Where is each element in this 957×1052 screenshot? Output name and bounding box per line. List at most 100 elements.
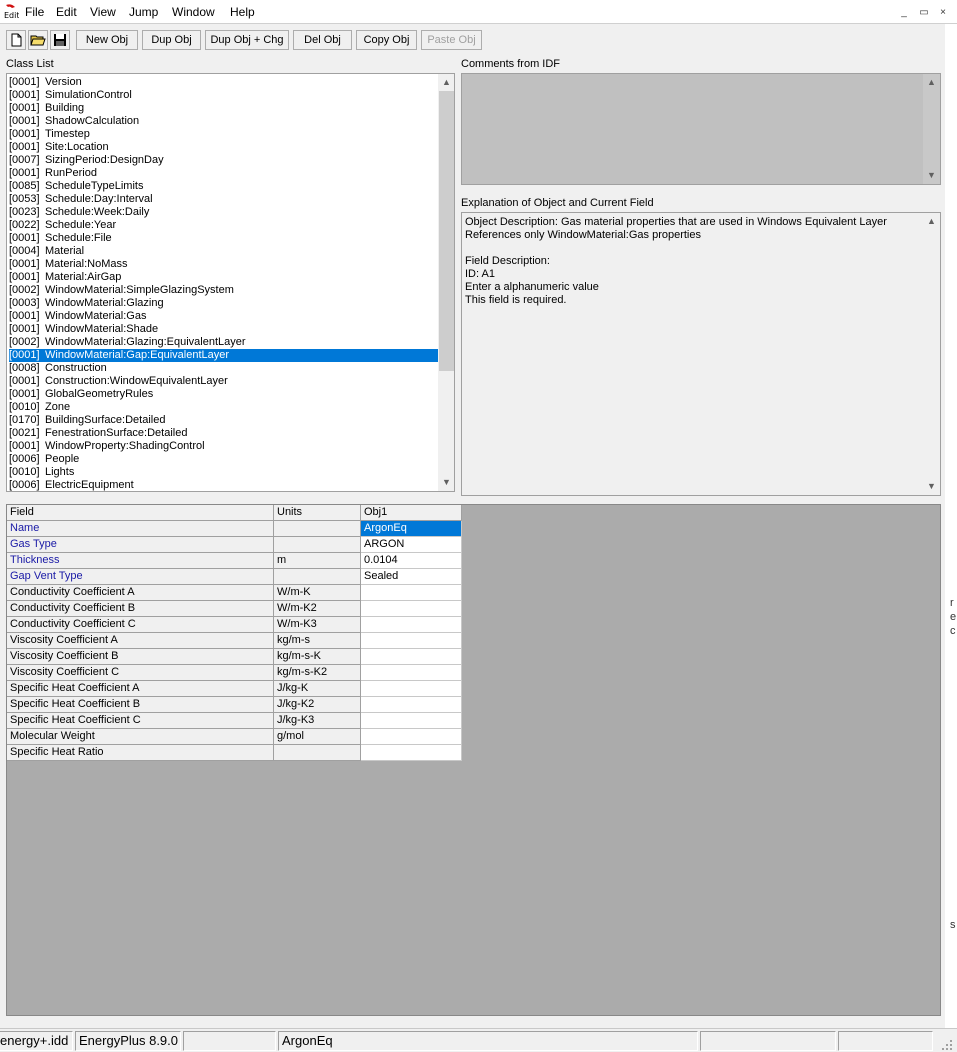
- class-list-item[interactable]: [0001] ShadowCalculation: [9, 115, 439, 128]
- scroll-up-icon[interactable]: ▲: [923, 213, 940, 230]
- class-list-item[interactable]: [0001] Construction:WindowEquivalentLayer: [9, 375, 439, 388]
- grid-value-cell[interactable]: [361, 649, 462, 665]
- grid-field-name[interactable]: Thickness: [7, 553, 274, 569]
- grid-field-name[interactable]: Conductivity Coefficient B: [7, 601, 274, 617]
- explanation-scrollbar[interactable]: ▲ ▼: [923, 213, 940, 495]
- grid-value-cell[interactable]: [361, 633, 462, 649]
- menu-file[interactable]: File: [25, 5, 44, 19]
- class-list[interactable]: [0001] Version [0001] SimulationControl [000…: [6, 73, 455, 492]
- class-list-item[interactable]: [0006] People: [9, 453, 439, 466]
- menu-edit[interactable]: Edit: [56, 5, 77, 19]
- grid-field-name[interactable]: Viscosity Coefficient A: [7, 633, 274, 649]
- copy-obj-button[interactable]: Copy Obj: [356, 30, 417, 50]
- grid-value-cell[interactable]: ARGON: [361, 537, 462, 553]
- grid-field-name[interactable]: Viscosity Coefficient C: [7, 665, 274, 681]
- grid-header-obj1[interactable]: Obj1: [361, 505, 462, 521]
- comments-textarea[interactable]: ▲ ▼: [461, 73, 941, 185]
- edge-char: e: [950, 611, 957, 623]
- scroll-down-icon[interactable]: ▼: [923, 167, 940, 184]
- class-list-item[interactable]: [0004] Material: [9, 245, 439, 258]
- grid-value-cell[interactable]: [361, 601, 462, 617]
- mdi-restore-button[interactable]: ▭: [917, 6, 931, 20]
- grid-field-name[interactable]: Molecular Weight: [7, 729, 274, 745]
- scroll-up-icon[interactable]: ▲: [438, 74, 454, 91]
- menu-window[interactable]: Window: [172, 5, 215, 19]
- grid-value-cell[interactable]: [361, 681, 462, 697]
- save-file-button[interactable]: [50, 30, 70, 50]
- class-list-item[interactable]: [0007] SizingPeriod:DesignDay: [9, 154, 439, 167]
- class-object-count: [0001]: [9, 349, 40, 361]
- class-list-item[interactable]: [0053] Schedule:Day:Interval: [9, 193, 439, 206]
- comments-scrollbar[interactable]: ▲ ▼: [923, 74, 940, 184]
- class-list-item[interactable]: [0008] Construction: [9, 362, 439, 375]
- grid-field-name[interactable]: Gap Vent Type: [7, 569, 274, 585]
- class-list-item[interactable]: [0010] Lights: [9, 466, 439, 479]
- grid-field-name[interactable]: Name: [7, 521, 274, 537]
- app-icon[interactable]: Edit: [3, 3, 19, 19]
- grid-field-name[interactable]: Specific Heat Coefficient B: [7, 697, 274, 713]
- menu-view[interactable]: View: [90, 5, 116, 19]
- class-list-item[interactable]: [0001] Material:NoMass: [9, 258, 439, 271]
- scroll-up-icon[interactable]: ▲: [923, 74, 940, 91]
- mdi-minimize-button[interactable]: _: [897, 6, 911, 20]
- grid-field-name[interactable]: Viscosity Coefficient B: [7, 649, 274, 665]
- class-list-item[interactable]: [0002] WindowMaterial:SimpleGlazingSystem: [9, 284, 439, 297]
- new-obj-button[interactable]: New Obj: [76, 30, 138, 50]
- grid-value-cell[interactable]: [361, 665, 462, 681]
- class-list-item[interactable]: [0023] Schedule:Week:Daily: [9, 206, 439, 219]
- class-list-item[interactable]: [0001] WindowMaterial:Gap:EquivalentLayer: [9, 349, 439, 362]
- class-list-item[interactable]: [0001] Material:AirGap: [9, 271, 439, 284]
- class-list-item[interactable]: [0001] Schedule:File: [9, 232, 439, 245]
- class-list-item[interactable]: [0001] Timestep: [9, 128, 439, 141]
- menu-jump[interactable]: Jump: [129, 5, 158, 19]
- class-list-item[interactable]: [0001] SimulationControl: [9, 89, 439, 102]
- field-grid[interactable]: Field Units Obj1 Name ArgonEq Gas Type ARGO…: [7, 505, 462, 761]
- grid-field-name[interactable]: Specific Heat Ratio: [7, 745, 274, 761]
- grid-value-cell[interactable]: ArgonEq: [361, 521, 462, 537]
- dup-obj-button[interactable]: Dup Obj: [142, 30, 201, 50]
- class-list-item[interactable]: [0003] WindowMaterial:Glazing: [9, 297, 439, 310]
- paste-obj-button[interactable]: Paste Obj: [421, 30, 482, 50]
- class-list-item[interactable]: [0001] Site:Location: [9, 141, 439, 154]
- grid-value-cell[interactable]: 0.0104: [361, 553, 462, 569]
- scroll-down-icon[interactable]: ▼: [438, 474, 454, 491]
- menu-bar: Edit File Edit View Jump Window Help _ ▭…: [0, 0, 957, 24]
- resize-grip-icon[interactable]: [939, 1037, 953, 1051]
- grid-value-cell[interactable]: [361, 729, 462, 745]
- class-list-item[interactable]: [0001] WindowMaterial:Shade: [9, 323, 439, 336]
- mdi-close-button[interactable]: ×: [936, 6, 950, 20]
- menu-help[interactable]: Help: [230, 5, 255, 19]
- class-list-item[interactable]: [0085] ScheduleTypeLimits: [9, 180, 439, 193]
- class-list-item[interactable]: [0006] ElectricEquipment: [9, 479, 439, 491]
- dup-obj-chg-button[interactable]: Dup Obj + Chg: [205, 30, 289, 50]
- class-object-count: [0085]: [9, 180, 40, 192]
- new-file-button[interactable]: [6, 30, 26, 50]
- del-obj-button[interactable]: Del Obj: [293, 30, 352, 50]
- grid-value-cell[interactable]: [361, 713, 462, 729]
- class-list-item[interactable]: [0001] RunPeriod: [9, 167, 439, 180]
- class-list-scrollbar[interactable]: ▲ ▼: [438, 74, 454, 491]
- class-list-item[interactable]: [0001] GlobalGeometryRules: [9, 388, 439, 401]
- open-file-button[interactable]: [28, 30, 48, 50]
- grid-field-name[interactable]: Specific Heat Coefficient C: [7, 713, 274, 729]
- class-list-item[interactable]: [0002] WindowMaterial:Glazing:EquivalentL…: [9, 336, 439, 349]
- class-list-item[interactable]: [0010] Zone: [9, 401, 439, 414]
- grid-value-cell[interactable]: Sealed: [361, 569, 462, 585]
- grid-field-name[interactable]: Gas Type: [7, 537, 274, 553]
- grid-value-cell[interactable]: [361, 617, 462, 633]
- grid-field-name[interactable]: Conductivity Coefficient A: [7, 585, 274, 601]
- scroll-down-icon[interactable]: ▼: [923, 478, 940, 495]
- class-list-item[interactable]: [0001] Version: [9, 76, 439, 89]
- class-list-item[interactable]: [0001] WindowProperty:ShadingControl: [9, 440, 439, 453]
- grid-field-name[interactable]: Specific Heat Coefficient A: [7, 681, 274, 697]
- class-list-item[interactable]: [0022] Schedule:Year: [9, 219, 439, 232]
- class-list-item[interactable]: [0170] BuildingSurface:Detailed: [9, 414, 439, 427]
- class-list-item[interactable]: [0021] FenestrationSurface:Detailed: [9, 427, 439, 440]
- grid-field-name[interactable]: Conductivity Coefficient C: [7, 617, 274, 633]
- grid-value-cell[interactable]: [361, 585, 462, 601]
- class-list-scroll-thumb[interactable]: [439, 91, 454, 371]
- grid-value-cell[interactable]: [361, 697, 462, 713]
- grid-value-cell[interactable]: [361, 745, 462, 761]
- class-list-item[interactable]: [0001] WindowMaterial:Gas: [9, 310, 439, 323]
- class-list-item[interactable]: [0001] Building: [9, 102, 439, 115]
